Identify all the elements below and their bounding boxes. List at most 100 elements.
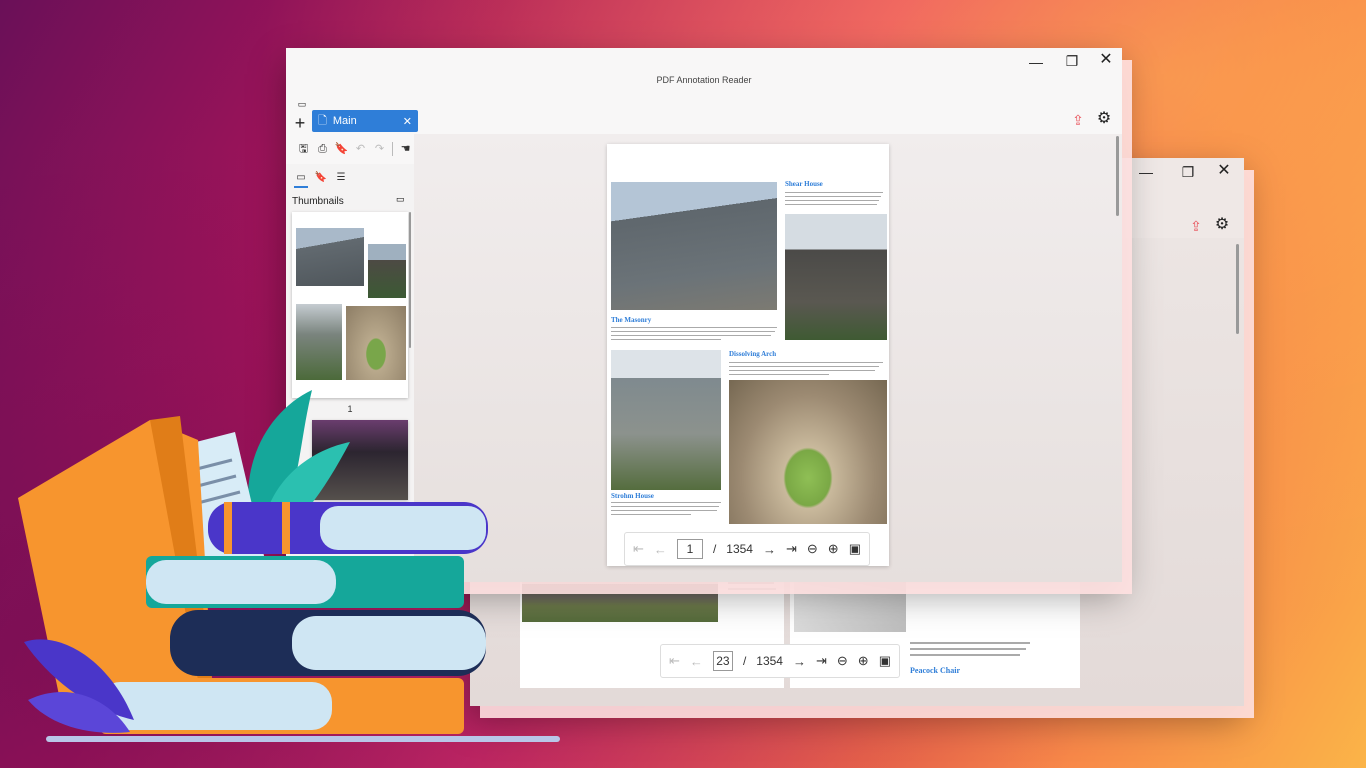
ground-line <box>46 736 560 742</box>
save-icon[interactable]: 🖫 <box>294 140 313 158</box>
bookmark-icon[interactable]: 🔖 <box>332 140 351 158</box>
text-line <box>910 642 1030 644</box>
hand-icon[interactable]: ☚ <box>396 140 415 158</box>
text-line <box>611 506 719 507</box>
text-line <box>729 370 875 371</box>
redo-icon[interactable]: ↷ <box>370 140 389 158</box>
zoom-in-icon[interactable]: ⊕ <box>828 541 839 557</box>
text-line <box>611 502 721 503</box>
undo-icon[interactable]: ↶ <box>351 140 370 158</box>
fit-page-icon[interactable]: ▣ <box>879 653 891 669</box>
total-pages: 1354 <box>756 654 783 668</box>
first-page-icon[interactable]: ⇤ <box>669 653 680 669</box>
text-line <box>785 192 883 193</box>
section-title-masonry: The Masonry <box>611 316 652 324</box>
plus-icon[interactable]: + <box>290 113 310 133</box>
page-separator: / <box>712 542 717 556</box>
thumbnail-view-icon[interactable]: ▭ <box>396 194 405 205</box>
book-pages <box>320 506 486 550</box>
text-line <box>611 335 771 336</box>
book-pages <box>146 560 336 604</box>
text-line <box>785 196 881 197</box>
minimize-icon[interactable]: — <box>1026 52 1046 72</box>
close-tab-icon[interactable]: ✕ <box>403 115 412 128</box>
masonry-photo <box>611 182 777 310</box>
toolbar-divider <box>392 142 393 156</box>
tab-bar: + 🗋 Main ✕ ⇪ ⚙ <box>286 110 1122 136</box>
zoom-out-icon[interactable]: ⊖ <box>837 653 848 669</box>
text-line <box>728 588 776 590</box>
back-page-navigation: ⇤ ← 23 / 1354 → ⇥ ⊖ ⊕ ▣ <box>660 644 900 678</box>
strohm-house-photo <box>611 350 721 490</box>
gear-icon[interactable]: ⚙ <box>1094 109 1114 129</box>
section-title-shear-house: Shear House <box>785 180 823 188</box>
document-icon: 🗋 <box>318 114 327 127</box>
text-line <box>910 648 1026 650</box>
total-pages: 1354 <box>726 542 753 556</box>
title-bar: ▭ PDF Annotation Reader — ❐ ✕ <box>286 48 1122 109</box>
thumbnail-page-1[interactable] <box>292 212 408 398</box>
fit-page-icon[interactable]: ▣ <box>849 541 861 557</box>
scrollbar[interactable] <box>1236 244 1239 334</box>
thumb-photo <box>296 228 364 286</box>
gear-icon[interactable]: ⚙ <box>1212 215 1232 235</box>
text-line <box>910 654 1020 656</box>
thumbnails-tab-icon[interactable]: ▭ <box>294 170 308 188</box>
close-icon[interactable]: ✕ <box>1096 50 1116 70</box>
section-title-dissolving-arch: Dissolving Arch <box>729 350 777 358</box>
thumb-photo <box>296 304 342 380</box>
text-line <box>728 582 774 584</box>
restore-icon[interactable]: ❐ <box>1178 162 1198 182</box>
tab-label: Main <box>332 115 357 127</box>
text-line <box>785 200 879 201</box>
text-line <box>729 374 829 375</box>
minimize-icon[interactable]: — <box>1136 162 1156 182</box>
outline-tab-icon[interactable]: ☰ <box>334 170 348 186</box>
text-line <box>611 510 717 511</box>
text-line <box>611 514 691 515</box>
page-number-input[interactable]: 23 <box>712 651 733 671</box>
page-navigation: ⇤ ← 1 / 1354 → ⇥ ⊖ ⊕ ▣ <box>624 532 870 566</box>
book-band <box>224 502 232 554</box>
dissolving-arch-photo <box>729 380 887 524</box>
app-title: PDF Annotation Reader <box>656 75 752 85</box>
share-icon[interactable]: ⇪ <box>1068 110 1088 130</box>
last-page-icon[interactable]: ⇥ <box>786 541 797 557</box>
text-line <box>729 362 883 363</box>
zoom-in-icon[interactable]: ⊕ <box>858 653 869 669</box>
text-line <box>729 366 879 367</box>
tab-main[interactable]: 🗋 Main ✕ <box>312 110 418 132</box>
book-pages <box>292 616 486 670</box>
text-line <box>611 331 775 332</box>
shear-house-photo <box>785 214 887 340</box>
prev-page-icon[interactable]: ← <box>654 542 667 557</box>
restore-icon[interactable]: ❐ <box>1062 51 1082 71</box>
thumb-photo <box>368 244 406 298</box>
sidebar-tabs: ▭ 🔖 ☰ <box>294 170 348 188</box>
prev-page-icon[interactable]: ← <box>690 654 703 669</box>
next-page-icon[interactable]: → <box>763 542 776 557</box>
books-illustration <box>18 390 560 742</box>
next-page-icon[interactable]: → <box>793 654 806 669</box>
sidebar-scrollbar[interactable] <box>409 212 411 348</box>
text-line <box>611 339 721 340</box>
text-line <box>785 204 877 205</box>
text-line <box>611 327 777 328</box>
section-title: Peacock Chair <box>910 666 960 675</box>
last-page-icon[interactable]: ⇥ <box>816 653 827 669</box>
close-icon[interactable]: ✕ <box>1214 161 1234 181</box>
panel-title: Thumbnails <box>292 196 344 207</box>
print-icon[interactable]: ⎙ <box>313 140 332 158</box>
pdf-page: Shear House The Masonry Dissolving Arch … <box>607 144 889 566</box>
page-separator: / <box>742 654 747 668</box>
book-band <box>282 502 290 554</box>
first-page-icon[interactable]: ⇤ <box>633 541 644 557</box>
bookmarks-tab-icon[interactable]: 🔖 <box>314 170 328 186</box>
viewer-scrollbar[interactable] <box>1116 136 1119 216</box>
share-icon[interactable]: ⇪ <box>1186 216 1206 236</box>
zoom-out-icon[interactable]: ⊖ <box>807 541 818 557</box>
section-title-strohm-house: Strohm House <box>611 492 654 500</box>
book-pages <box>100 682 332 730</box>
thumb-photo <box>346 306 406 380</box>
page-number-input[interactable]: 1 <box>676 539 703 559</box>
